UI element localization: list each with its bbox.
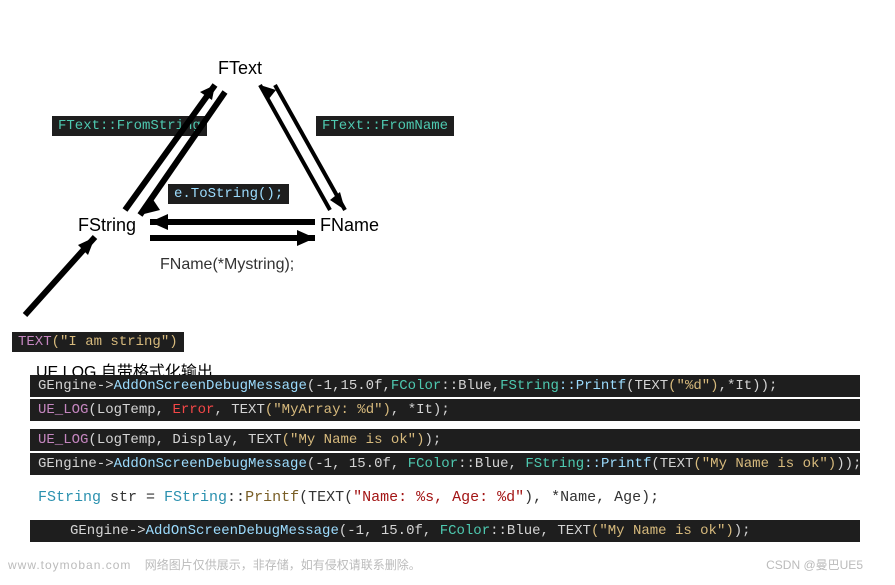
- tok: UE_LOG: [38, 432, 88, 448]
- tok: AddOnScreenDebugMessage: [114, 378, 307, 394]
- code-line: UE_LOG(LogTemp, Error, TEXT("MyArray: %d…: [30, 399, 860, 421]
- tok: FColor: [440, 523, 490, 539]
- tok: FColor: [391, 378, 441, 394]
- tok: AddOnScreenDebugMessage: [114, 456, 307, 472]
- tok: );: [424, 432, 441, 448]
- token-string: ("I am string"): [52, 334, 178, 350]
- code-block-2: UE_LOG(LogTemp, Display, TEXT("My Name i…: [30, 429, 860, 475]
- tok: GEngine->: [70, 523, 146, 539]
- tok: (-1, 15.0f,: [339, 523, 440, 539]
- code-blocks: GEngine->AddOnScreenDebugMessage(-1,15.0…: [30, 375, 860, 550]
- footer-site: www.toymoban.com: [8, 558, 131, 572]
- tok: UE_LOG: [38, 402, 88, 418]
- tok: FString: [525, 456, 584, 472]
- code-line: GEngine->AddOnScreenDebugMessage(-1,15.0…: [30, 375, 860, 397]
- tok: FColor: [408, 456, 458, 472]
- tok: ("My Name is ok"): [591, 523, 734, 539]
- tok: , *It);: [391, 402, 450, 418]
- tok: ("%d"): [668, 378, 718, 394]
- code-block-3: GEngine->AddOnScreenDebugMessage(-1, 15.…: [30, 520, 860, 542]
- tok: (-1, 15.0f,: [307, 456, 408, 472]
- tok: ::Blue, TEXT: [490, 523, 591, 539]
- tok: ::Blue,: [441, 378, 500, 394]
- tok: (TEXT: [626, 378, 668, 394]
- tok: (-1,15.0f,: [307, 378, 391, 394]
- tok: ::Blue,: [458, 456, 525, 472]
- tok: ("My Name is ok"): [693, 456, 836, 472]
- tok: ("My Name is ok"): [282, 432, 425, 448]
- footer-author: CSDN @曼巴UE5: [766, 556, 863, 573]
- token-macro: TEXT: [18, 334, 52, 350]
- tok: ::Printf: [559, 378, 626, 394]
- conversion-diagram: FText FString FName FText::FromString FT…: [0, 0, 895, 300]
- diagram-arrows: [0, 0, 500, 330]
- code-line: UE_LOG(LogTemp, Display, TEXT("My Name i…: [30, 429, 860, 451]
- tok: ::Printf: [584, 456, 651, 472]
- code-line: GEngine->AddOnScreenDebugMessage(-1, 15.…: [30, 453, 860, 475]
- text-literal-box: TEXT("I am string"): [12, 332, 184, 352]
- tok: );: [734, 523, 751, 539]
- footer: www.toymoban.com 网络图片仅供展示，非存储，如有侵权请联系删除。…: [8, 556, 895, 573]
- tok: ,*It));: [719, 378, 778, 394]
- tok: (LogTemp, Display, TEXT: [88, 432, 281, 448]
- tok: (LogTemp,: [88, 402, 172, 418]
- tok: AddOnScreenDebugMessage: [146, 523, 339, 539]
- tok: FString: [500, 378, 559, 394]
- tok: Error: [172, 402, 214, 418]
- code-line-light: FString str = FString::Printf(TEXT("Name…: [30, 483, 860, 512]
- tok: ));: [836, 456, 860, 472]
- tok: ("MyArray: %d"): [265, 402, 391, 418]
- code-block-1: GEngine->AddOnScreenDebugMessage(-1,15.0…: [30, 375, 860, 421]
- tok: GEngine->: [38, 378, 114, 394]
- footer-note: 网络图片仅供展示，非存储，如有侵权请联系删除。: [145, 558, 421, 572]
- tok: (TEXT: [651, 456, 693, 472]
- code-line: GEngine->AddOnScreenDebugMessage(-1, 15.…: [30, 520, 860, 542]
- tok: GEngine->: [38, 456, 114, 472]
- tok: , TEXT: [214, 402, 264, 418]
